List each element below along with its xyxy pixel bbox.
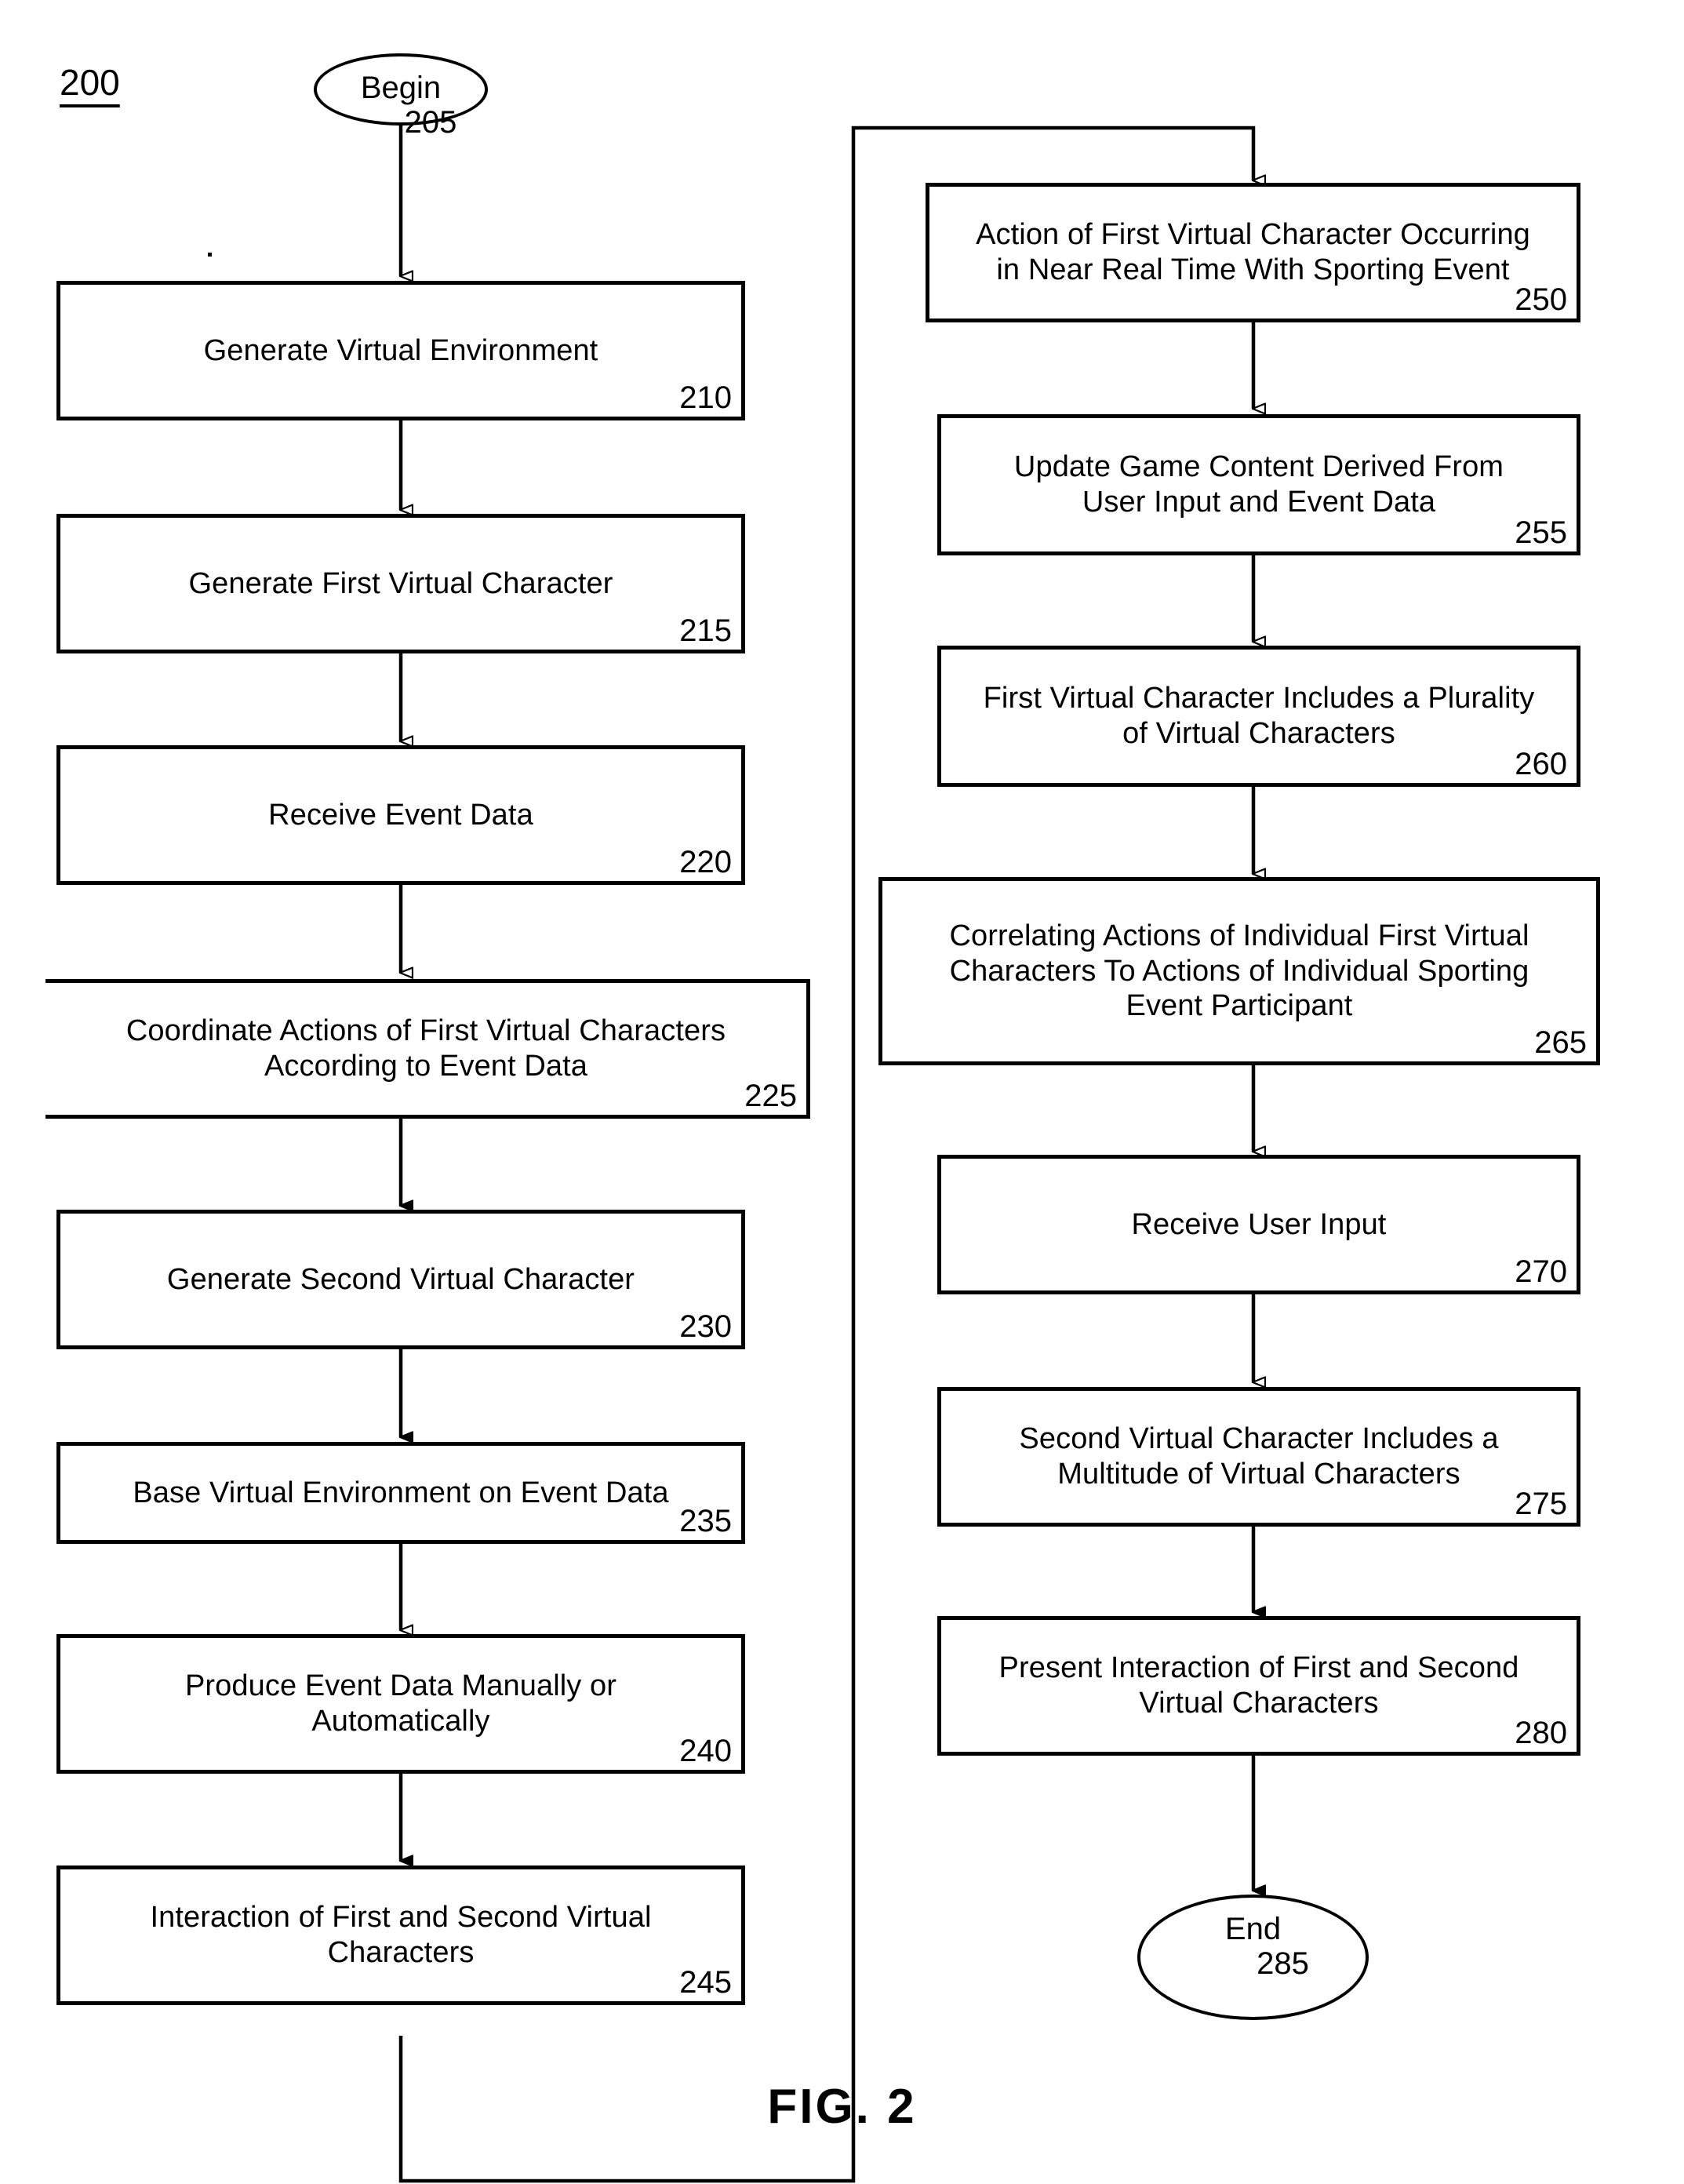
process-box-235-ref: 235 (679, 1504, 732, 1538)
process-box-265: Correlating Actions of Individual First … (878, 877, 1600, 1065)
process-box-225-label: Coordinate Actions of First Virtual Char… (125, 1014, 726, 1083)
terminal-end-label: End (1224, 1912, 1282, 1946)
process-box-260-ref: 260 (1515, 747, 1567, 781)
process-box-210-label: Generate Virtual Environment (203, 333, 598, 367)
terminal-begin: Begin 205 (314, 53, 488, 140)
process-box-230-label: Generate Second Virtual Character (166, 1262, 635, 1296)
process-box-270: Receive User Input 270 (937, 1155, 1580, 1294)
process-box-230-ref: 230 (679, 1309, 732, 1344)
process-box-280: Present Interaction of First and Second … (937, 1616, 1580, 1756)
process-box-240-ref: 240 (679, 1734, 732, 1768)
process-box-240-label: Produce Event Data Manually or Automatic… (184, 1669, 617, 1738)
scan-speck (208, 253, 212, 257)
process-box-210: Generate Virtual Environment 210 (56, 281, 745, 420)
process-box-260: First Virtual Character Includes a Plura… (937, 646, 1580, 787)
process-box-275: Second Virtual Character Includes a Mult… (937, 1387, 1580, 1527)
process-box-245-label: Interaction of First and Second Virtual … (150, 1901, 652, 1969)
process-box-255: Update Game Content Derived From User In… (937, 414, 1580, 555)
process-box-245: Interaction of First and Second Virtual … (56, 1866, 745, 2005)
process-box-215: Generate First Virtual Character 215 (56, 514, 745, 653)
process-box-225-ref: 225 (744, 1079, 797, 1113)
terminal-end-ref: 285 (1257, 1946, 1309, 1981)
process-box-265-label: Correlating Actions of Individual First … (949, 919, 1529, 1023)
process-box-250: Action of First Virtual Character Occurr… (926, 183, 1580, 322)
process-box-255-label: Update Game Content Derived From User In… (1013, 450, 1504, 519)
process-box-280-ref: 280 (1515, 1716, 1567, 1750)
process-box-280-label: Present Interaction of First and Second … (998, 1651, 1519, 1720)
process-box-255-ref: 255 (1515, 515, 1567, 550)
process-box-270-label: Receive User Input (1131, 1207, 1387, 1241)
process-box-275-ref: 275 (1515, 1487, 1567, 1521)
figure-caption: FIG. 2 (767, 2080, 917, 2134)
process-box-265-ref: 265 (1534, 1025, 1587, 1060)
process-box-225: Coordinate Actions of First Virtual Char… (45, 979, 810, 1119)
terminal-end: End 285 (1137, 1895, 1369, 2020)
terminal-begin-label: Begin (360, 71, 442, 105)
terminal-begin-ref: 205 (404, 105, 457, 140)
process-box-250-ref: 250 (1515, 282, 1567, 317)
process-box-260-label: First Virtual Character Includes a Plura… (983, 682, 1535, 750)
process-box-245-ref: 245 (679, 1965, 732, 2000)
process-box-220-ref: 220 (679, 845, 732, 879)
process-box-235: Base Virtual Environment on Event Data 2… (56, 1442, 745, 1544)
process-box-215-ref: 215 (679, 613, 732, 648)
figure-number: 200 (60, 62, 120, 103)
process-box-220: Receive Event Data 220 (56, 745, 745, 885)
process-box-270-ref: 270 (1515, 1254, 1567, 1289)
process-box-220-label: Receive Event Data (268, 798, 533, 832)
process-box-275-label: Second Virtual Character Includes a Mult… (1019, 1422, 1499, 1491)
patent-figure-sheet: 200 Begin 205 Generate Virtual Environme… (0, 0, 1684, 2184)
process-box-250-label: Action of First Virtual Character Occurr… (976, 218, 1530, 286)
process-box-215-label: Generate First Virtual Character (188, 566, 613, 600)
process-box-240: Produce Event Data Manually or Automatic… (56, 1634, 745, 1774)
process-box-235-label: Base Virtual Environment on Event Data (133, 1476, 669, 1509)
process-box-230: Generate Second Virtual Character 230 (56, 1210, 745, 1349)
process-box-210-ref: 210 (679, 380, 732, 415)
